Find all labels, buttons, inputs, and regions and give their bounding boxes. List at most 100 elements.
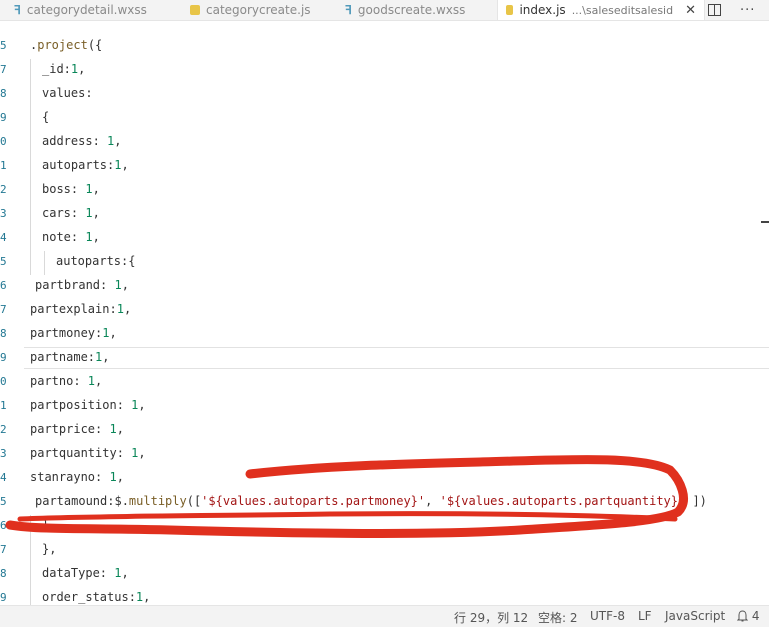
line-number: 3 bbox=[0, 207, 7, 220]
code-text: order_status:1, bbox=[42, 590, 151, 604]
indentation[interactable]: 空格: 2 bbox=[538, 609, 578, 626]
code-text: stanrayno: 1, bbox=[30, 470, 124, 484]
tab-path-hint: ...\saleseditsalesid bbox=[571, 3, 674, 17]
code-text: cars: 1, bbox=[42, 206, 100, 220]
code-text: autoparts:1, bbox=[42, 158, 129, 172]
code-line[interactable]: 4 note: 1, bbox=[0, 227, 769, 251]
js-file-icon bbox=[190, 5, 200, 15]
code-text: partprice: 1, bbox=[30, 422, 124, 436]
code-text: dataType: 1, bbox=[42, 566, 129, 580]
code-line[interactable]: 8 dataType: 1, bbox=[0, 563, 769, 587]
indent-guide bbox=[30, 251, 31, 275]
line-number: 2 bbox=[0, 183, 7, 196]
code-line[interactable]: 3 partquantity: 1, bbox=[0, 443, 769, 467]
code-line[interactable]: 0 partno: 1, bbox=[0, 371, 769, 395]
indent-guide bbox=[30, 179, 31, 203]
code-text: boss: 1, bbox=[42, 182, 100, 196]
line-number: 6 bbox=[0, 519, 7, 532]
indent-guide bbox=[30, 203, 31, 227]
code-text: partposition: 1, bbox=[30, 398, 146, 412]
line-number: 2 bbox=[0, 423, 7, 436]
css-file-icon: ꟻ bbox=[345, 3, 352, 17]
more-actions-icon[interactable]: ··· bbox=[740, 0, 755, 20]
code-text: }, bbox=[42, 542, 57, 556]
line-number: 5 bbox=[0, 255, 7, 268]
cursor-position[interactable]: 行 29，列 12 bbox=[454, 609, 528, 626]
encoding[interactable]: UTF-8 bbox=[590, 609, 625, 623]
notifications-count: 4 bbox=[751, 609, 760, 623]
line-number: 0 bbox=[0, 375, 7, 388]
indent-guide bbox=[30, 83, 31, 107]
code-line[interactable]: 7 _id:1, bbox=[0, 59, 769, 83]
code-text: _id:1, bbox=[42, 62, 86, 76]
code-line[interactable]: 6 partbrand: 1, bbox=[0, 275, 769, 299]
close-icon[interactable]: ✕ bbox=[685, 3, 696, 18]
code-line[interactable]: 7 partexplain:1, bbox=[0, 299, 769, 323]
code-text: address: 1, bbox=[42, 134, 122, 148]
line-number: 4 bbox=[0, 231, 7, 244]
code-line[interactable]: 9{ bbox=[0, 107, 769, 131]
code-line[interactable]: 6} bbox=[0, 515, 769, 539]
code-line[interactable]: 8 partmoney:1, bbox=[0, 323, 769, 347]
code-line[interactable]: 2 partprice: 1, bbox=[0, 419, 769, 443]
line-number: 1 bbox=[0, 159, 7, 172]
code-line[interactable]: 5 .project({ bbox=[0, 35, 769, 59]
css-file-icon: ꟻ bbox=[14, 3, 21, 17]
tab-label: goodscreate.wxss bbox=[357, 3, 466, 17]
indent-guide bbox=[30, 539, 31, 563]
line-number: 7 bbox=[0, 63, 7, 76]
code-line[interactable]: 3 cars: 1, bbox=[0, 203, 769, 227]
tab-categorydetail-wxss[interactable]: ꟻ categorydetail.wxss bbox=[14, 0, 147, 20]
code-line[interactable]: 4 stanrayno: 1, bbox=[0, 467, 769, 491]
split-editor-icon[interactable] bbox=[708, 0, 721, 20]
code-line[interactable]: 9 order_status:1, bbox=[0, 587, 769, 605]
line-number: 5 bbox=[0, 495, 7, 508]
code-line[interactable]: 1 autoparts:1, bbox=[0, 155, 769, 179]
indent-guide bbox=[30, 227, 31, 251]
code-line[interactable]: 1 partposition: 1, bbox=[0, 395, 769, 419]
line-number: 9 bbox=[0, 111, 7, 124]
code-text: partmoney:1, bbox=[30, 326, 117, 340]
indent-guide bbox=[30, 59, 31, 83]
code-line[interactable]: 0 address: 1, bbox=[0, 131, 769, 155]
line-number: 8 bbox=[0, 567, 7, 580]
code-line[interactable]: 2 boss: 1, bbox=[0, 179, 769, 203]
tab-label: categorydetail.wxss bbox=[26, 3, 147, 17]
code-text: partno: 1, bbox=[30, 374, 103, 388]
tab-label: categorycreate.js bbox=[206, 3, 311, 17]
tab-goodscreate-wxss[interactable]: ꟻ goodscreate.wxss bbox=[345, 0, 465, 20]
code-text: .project({ bbox=[30, 38, 103, 52]
line-number: 6 bbox=[0, 279, 7, 292]
line-number: 0 bbox=[0, 135, 7, 148]
line-number: 5 bbox=[0, 39, 7, 52]
indent-guide bbox=[30, 587, 31, 605]
indent-guide bbox=[44, 251, 45, 275]
code-text: partamound:$.multiply(['${values.autopar… bbox=[35, 494, 707, 508]
code-text: note: 1, bbox=[42, 230, 100, 244]
code-line[interactable]: 5 partamound:$.multiply(['${values.autopa… bbox=[0, 491, 769, 515]
js-file-icon bbox=[506, 5, 514, 15]
code-line[interactable]: 9 partname:1, bbox=[0, 347, 769, 371]
line-number: 8 bbox=[0, 87, 7, 100]
status-bar: 行 29，列 12 空格: 2 UTF-8 LF JavaScript 4 bbox=[0, 605, 769, 627]
notifications-bell[interactable]: 4 bbox=[736, 609, 760, 623]
line-number: 7 bbox=[0, 303, 7, 316]
line-ending[interactable]: LF bbox=[638, 609, 652, 623]
code-text: partquantity: 1, bbox=[30, 446, 146, 460]
code-line[interactable]: 8 values: bbox=[0, 83, 769, 107]
line-number: 9 bbox=[0, 351, 7, 364]
code-text: partname:1, bbox=[30, 350, 110, 364]
tab-categorycreate-js[interactable]: categorycreate.js bbox=[190, 0, 311, 20]
indent-guide bbox=[30, 131, 31, 155]
tab-index-js[interactable]: index.js ...\saleseditsalesid ✕ bbox=[497, 0, 705, 20]
code-text: { bbox=[42, 110, 50, 124]
code-text: partbrand: 1, bbox=[35, 278, 129, 292]
code-line[interactable]: 5 autoparts:{ bbox=[0, 251, 769, 275]
code-editor[interactable]: 5 .project({7 _id:1, 8 values: 9{0 address: 1,… bbox=[0, 21, 769, 605]
line-number: 9 bbox=[0, 591, 7, 604]
code-line[interactable]: 7}, bbox=[0, 539, 769, 563]
language-mode[interactable]: JavaScript bbox=[665, 609, 725, 623]
editor-tab-bar: ꟻ categorydetail.wxss categorycreate.js … bbox=[0, 0, 769, 21]
indent-guide bbox=[30, 107, 31, 131]
indent-guide bbox=[30, 563, 31, 587]
